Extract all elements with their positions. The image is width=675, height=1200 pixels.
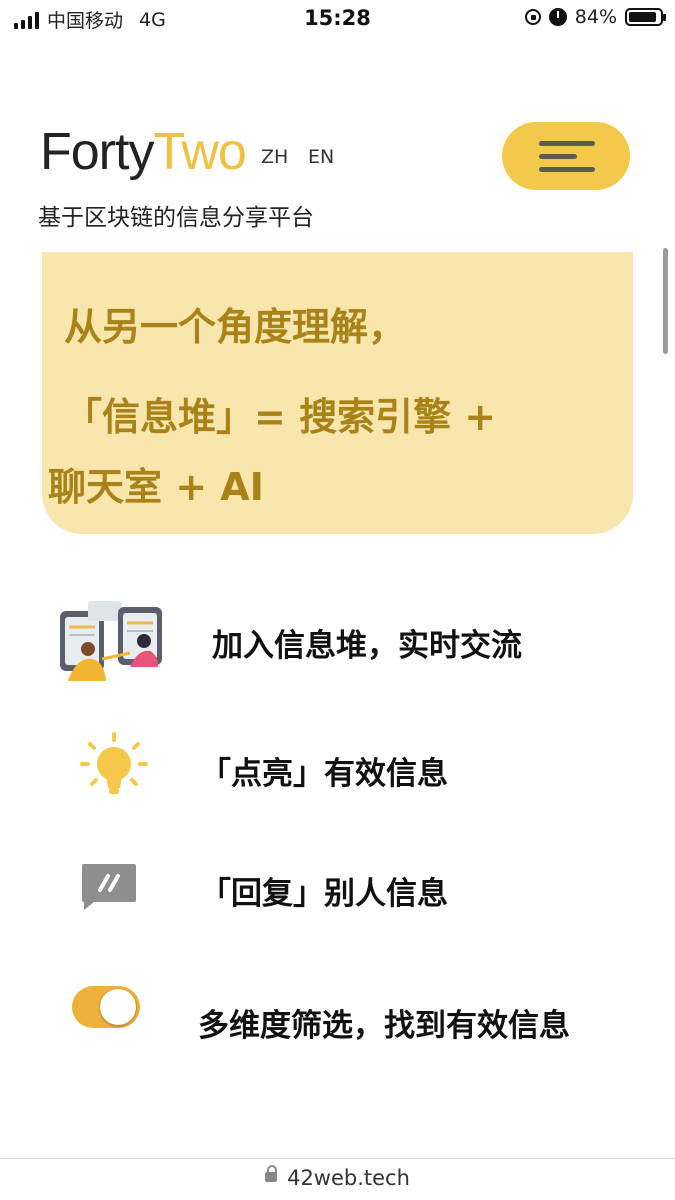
banner-line-2: 「信息堆」= 搜索引擎 +	[64, 395, 497, 439]
lightbulb-icon	[80, 732, 148, 800]
people-chat-icon	[58, 597, 168, 681]
banner-line-1: 从另一个角度理解，	[64, 305, 407, 349]
feature-light-text: 「点亮」有效信息	[200, 756, 448, 792]
logo-text-two: Two	[153, 123, 246, 181]
status-bar: 中国移动 4G 15:28 84%	[0, 0, 675, 38]
orientation-lock-icon	[524, 9, 541, 25]
alarm-icon	[548, 8, 567, 26]
battery-percent: 84%	[574, 6, 617, 28]
feature-filter-text: 多维度筛选，找到有效信息	[198, 1008, 570, 1044]
battery-icon	[625, 8, 666, 26]
banner-line-3: 聊天室 + AI	[48, 465, 264, 509]
lang-en-link[interactable]: EN	[308, 146, 334, 168]
url-bar[interactable]: 42web.tech	[0, 1165, 675, 1190]
site-tagline: 基于区块链的信息分享平台	[38, 205, 314, 231]
reply-icon	[80, 862, 138, 912]
toggle-icon	[72, 982, 142, 1032]
feature-join-text: 加入信息堆，实时交流	[212, 628, 522, 664]
lang-zh-link[interactable]: ZH	[261, 146, 288, 168]
logo-text-forty: Forty	[40, 123, 154, 181]
site-logo[interactable]: FortyTwo	[40, 122, 247, 182]
url-text: 42web.tech	[287, 1166, 410, 1190]
feature-reply-text: 「回复」别人信息	[200, 876, 448, 912]
hero-banner: 从另一个角度理解， 「信息堆」= 搜索引擎 + 聊天室 + AI	[42, 252, 633, 534]
url-bar-divider	[0, 1158, 675, 1159]
scrollbar[interactable]	[663, 248, 668, 354]
status-right: 84%	[524, 6, 666, 28]
menu-button[interactable]	[502, 122, 630, 190]
lock-icon	[265, 1165, 278, 1182]
